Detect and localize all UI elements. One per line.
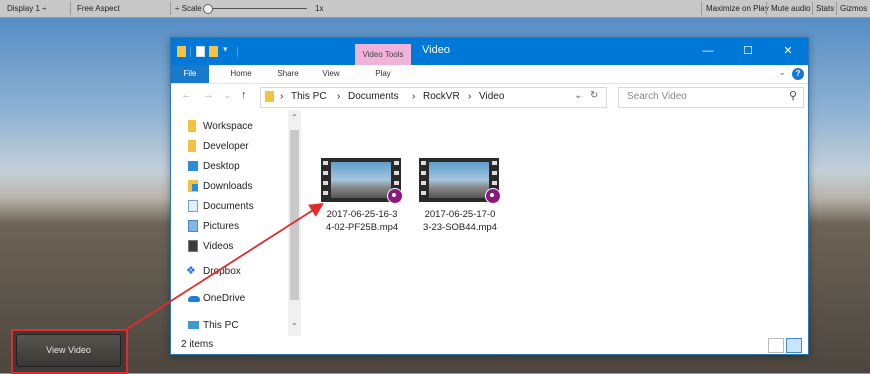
view-video-button[interactable]: View Video bbox=[16, 334, 121, 367]
annotation-arrow bbox=[123, 203, 325, 332]
view-video-highlight: View Video bbox=[11, 329, 128, 374]
